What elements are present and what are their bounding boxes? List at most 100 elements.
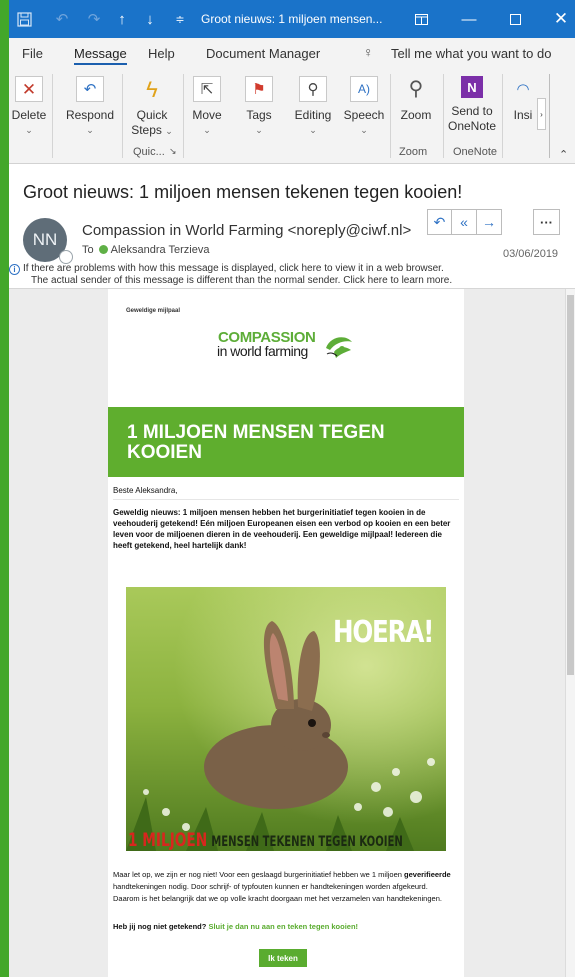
move-button[interactable]: ⇱ Move ⌄	[187, 76, 227, 138]
delete-label: Delete	[11, 108, 47, 122]
chevron-down-icon: ⌄	[203, 125, 211, 135]
info-message-display[interactable]: If there are problems with how this mess…	[23, 263, 444, 275]
ribbon-separator	[443, 74, 444, 158]
send-to-onenote-button[interactable]: N Send to OneNote	[447, 76, 497, 134]
body-paragraph-bold: geverifieerde	[404, 870, 451, 879]
customize-icon[interactable]: ≑	[165, 0, 195, 38]
scrollbar-thumb[interactable]	[567, 295, 574, 675]
up-arrow-icon[interactable]: ↑	[107, 0, 137, 38]
ribbon-separator	[52, 74, 53, 158]
speech-button[interactable]: A) Speech ⌄	[342, 76, 386, 138]
message-body-pane: Geweldige mijlpaal COMPASSION in world f…	[9, 288, 575, 977]
close-icon[interactable]: ✕	[541, 0, 575, 38]
quick-steps-button[interactable]: ϟ Quick Steps ⌄	[127, 76, 177, 139]
to-label: To	[82, 244, 94, 256]
brand-logo-tagline[interactable]: in world farming	[217, 343, 308, 359]
sign-button[interactable]: Ik teken	[259, 949, 307, 967]
chevron-down-icon: ⌄	[309, 125, 317, 135]
cta-link[interactable]: Sluit je dan nu aan en teken tegen kooie…	[208, 922, 358, 931]
ribbon: ✕ Delete ⌄ ↶ Respond ⌄ ϟ Quick Steps ⌄ Q…	[9, 68, 575, 164]
reply-icon: ↶	[76, 76, 104, 102]
quick-steps-group-label: Quic...	[133, 146, 165, 158]
quick-steps-label-2: Steps	[131, 123, 162, 137]
chevron-down-icon: ⌄	[25, 125, 33, 135]
save-icon[interactable]	[9, 0, 39, 38]
body-paragraph: Maar let op, we zijn er nog niet! Voor e…	[113, 869, 455, 905]
chevron-down-icon: ⌄	[360, 125, 368, 135]
zoom-button[interactable]: ⚲ Zoom	[395, 76, 437, 123]
chevron-down-icon: ⌄	[86, 125, 94, 135]
reply-actions: ↶ « →	[427, 209, 502, 235]
menu-document-manager[interactable]: Document Manager	[206, 46, 320, 61]
menu-file[interactable]: File	[22, 46, 43, 61]
zoom-group-label: Zoom	[399, 146, 428, 158]
info-message-sender[interactable]: The actual sender of this message is dif…	[31, 275, 452, 287]
move-folder-icon: ⇱	[193, 76, 221, 102]
menu-message[interactable]: Message	[74, 46, 127, 65]
tags-button[interactable]: ⚑ Tags ⌄	[239, 76, 279, 138]
recipient-line: To Aleksandra Terzieva	[82, 244, 209, 256]
image-caption-number: 1 MILJOEN	[128, 829, 208, 851]
lightning-icon: ϟ	[146, 76, 158, 102]
rabbit-image[interactable]: HOERA! 1 MILJOEN MENSEN TEKENEN TEGEN KO…	[126, 587, 446, 851]
redo-icon[interactable]: ↷	[79, 0, 109, 38]
chevron-down-icon: ⌄	[255, 125, 263, 135]
flag-icon: ⚑	[245, 76, 273, 102]
body-paragraph-part2: handtekeningen nodig. Door schrijf- of t…	[113, 882, 442, 903]
forward-icon[interactable]: →	[477, 209, 502, 235]
respond-button[interactable]: ↶ Respond ⌄	[62, 76, 118, 138]
image-caption-text: MENSEN TEKENEN TEGEN KOOIEN	[211, 834, 403, 850]
email-preheader: Geweldige mijlpaal	[126, 308, 181, 314]
call-to-action: Heb jij nog niet getekend? Sluit je dan …	[113, 922, 358, 931]
reply-icon[interactable]: ↶	[427, 209, 452, 235]
undo-icon[interactable]: ↶	[47, 0, 77, 38]
presence-status-icon	[59, 250, 73, 264]
recipient-name[interactable]: Aleksandra Terzieva	[111, 244, 210, 256]
message-subject: Groot nieuws: 1 miljoen mensen tekenen t…	[23, 182, 463, 202]
quick-steps-label-1: Quick	[136, 108, 168, 122]
window-title: Groot nieuws: 1 miljoen mensen...	[201, 12, 383, 26]
onenote-group-label: OneNote	[453, 146, 498, 158]
zoom-label: Zoom	[400, 108, 432, 122]
brand-logo-icon	[326, 337, 352, 358]
sender-name[interactable]: Compassion in World Farming <noreply@ciw…	[82, 222, 411, 239]
message-date: 03/06/2019	[503, 248, 559, 260]
zoom-icon: ⚲	[408, 77, 424, 100]
editing-button[interactable]: ⚲ Editing ⌄	[291, 76, 335, 138]
menu-bar: File Message Help Document Manager ♀ Tel…	[9, 38, 575, 68]
down-arrow-icon[interactable]: ↓	[135, 0, 165, 38]
intro-paragraph: Geweldig nieuws: 1 miljoen mensen hebben…	[113, 508, 451, 550]
insights-icon: ◠	[516, 80, 530, 98]
title-bar: ↶ ↷ ↑ ↓ ≑ Groot nieuws: 1 miljoen mensen…	[9, 0, 575, 38]
headline-banner: 1 MILJOEN MENSEN TEGEN KOOIEN	[108, 407, 464, 477]
image-hoera-text: HOERA!	[333, 615, 434, 650]
collapse-ribbon-icon[interactable]: ⌃	[559, 148, 568, 161]
dialog-launcher-icon[interactable]: ↘	[169, 146, 177, 157]
greeting: Beste Aleksandra,	[113, 486, 178, 495]
move-label: Move	[192, 108, 222, 122]
body-paragraph-part1: Maar let op, we zijn er nog niet! Voor e…	[113, 870, 402, 879]
read-aloud-icon: A)	[350, 76, 378, 102]
minimize-icon[interactable]: —	[449, 0, 489, 38]
send-to-label: Send to	[451, 104, 493, 118]
tell-me-search[interactable]: Tell me what you want to do	[391, 46, 551, 61]
ribbon-separator	[390, 74, 391, 158]
info-icon: i	[9, 264, 20, 275]
outlook-message-window: ↶ ↷ ↑ ↓ ≑ Groot nieuws: 1 miljoen mensen…	[9, 0, 575, 977]
image-caption: 1 MILJOEN MENSEN TEKENEN TEGEN KOOIEN	[128, 829, 403, 851]
delete-button[interactable]: ✕ Delete ⌄	[9, 76, 49, 138]
tags-label: Tags	[246, 108, 272, 122]
respond-label: Respond	[65, 108, 115, 122]
presence-dot-icon	[98, 245, 108, 254]
maximize-icon[interactable]	[495, 0, 535, 38]
ribbon-scroll-right-icon[interactable]: ›	[537, 98, 546, 130]
onenote-label: OneNote	[447, 119, 497, 133]
ribbon-vertical-bar	[549, 74, 550, 158]
reply-all-icon[interactable]: «	[452, 209, 477, 235]
restore-icon[interactable]	[401, 0, 441, 38]
more-actions-icon[interactable]: ···	[533, 209, 560, 235]
divider	[113, 499, 459, 500]
insights-button[interactable]: ◠ Insi	[506, 76, 540, 123]
cta-question: Heb jij nog niet getekend?	[113, 922, 207, 931]
menu-help[interactable]: Help	[148, 46, 175, 61]
